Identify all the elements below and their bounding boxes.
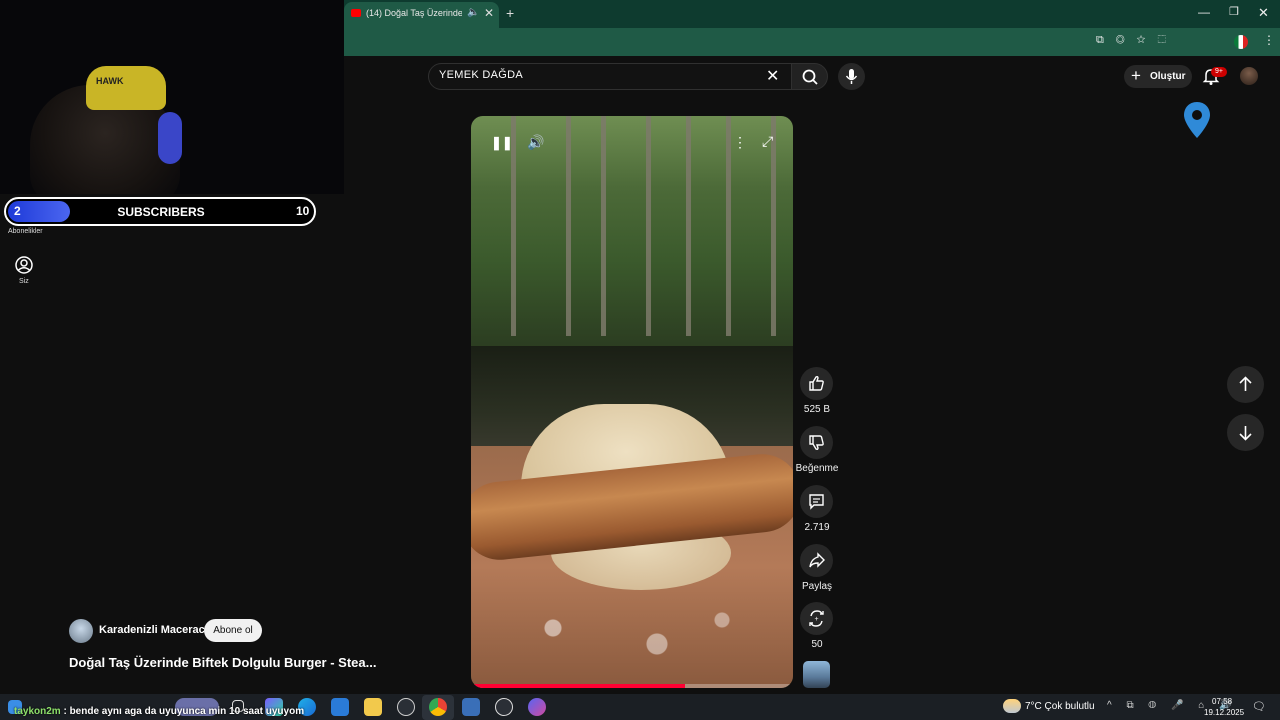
youtube-favicon-icon xyxy=(351,9,361,17)
remix-count: 50 xyxy=(811,639,823,650)
thumbs-up-icon xyxy=(809,375,824,391)
sound-thumbnail[interactable] xyxy=(803,661,830,688)
thumbs-down-icon xyxy=(809,435,824,451)
share-button[interactable] xyxy=(800,544,833,577)
discord-icon[interactable] xyxy=(528,698,546,716)
app-icon-blue[interactable] xyxy=(462,698,480,716)
window-maximize-button[interactable]: ❐ xyxy=(1229,5,1239,18)
tab-title[interactable]: (14) Doğal Taş Üzerinde Bift xyxy=(366,8,462,18)
share-label: Paylaş xyxy=(801,581,832,592)
video-frame-flour xyxy=(501,596,761,676)
remix-icon: + xyxy=(809,610,824,627)
channel-name[interactable]: Karadenizli Maceracı xyxy=(99,624,208,636)
subscriber-goal-title: SUBSCRIBERS xyxy=(117,205,205,219)
streamer-cap xyxy=(86,66,166,110)
video-title[interactable]: Doğal Taş Üzerinde Biftek Dolgulu Burger… xyxy=(69,655,376,670)
mail-icon[interactable] xyxy=(331,698,349,716)
cap-logo-text: HAWK xyxy=(96,76,124,86)
fullscreen-icon[interactable]: ⤢ xyxy=(762,133,773,150)
search-icon xyxy=(802,69,818,85)
create-label[interactable]: Oluştur xyxy=(1150,71,1186,82)
video-progress-fill xyxy=(471,684,685,688)
like-count: 525 B xyxy=(803,404,831,415)
weather-text[interactable]: 7°C Çok bulutlu xyxy=(1025,701,1095,712)
window-close-button[interactable]: ✕ xyxy=(1258,5,1269,21)
obs-icon[interactable] xyxy=(495,698,513,716)
location-pin-icon xyxy=(1184,102,1210,138)
plus-icon: + xyxy=(1131,66,1141,85)
subscriber-goal-end: 10 xyxy=(296,204,310,218)
window-minimize-button[interactable]: — xyxy=(1198,5,1210,19)
subscriber-goal-bar: 2 SUBSCRIBERS 10 xyxy=(4,197,316,226)
arrow-down-icon xyxy=(1239,426,1252,441)
profile-avatar-icon[interactable] xyxy=(1234,35,1248,49)
search-input[interactable]: YEMEK DAĞDA xyxy=(439,69,523,81)
pause-icon[interactable]: ❚❚ xyxy=(491,135,513,151)
voice-search-button[interactable] xyxy=(838,63,865,90)
next-video-button[interactable] xyxy=(1227,414,1264,451)
weather-icon[interactable] xyxy=(1003,699,1021,713)
toolbar-icons[interactable]: ⧉◎☆⬚ xyxy=(1096,34,1178,47)
video-frame-forest xyxy=(471,116,793,356)
comments-button[interactable] xyxy=(800,485,833,518)
file-explorer-icon[interactable] xyxy=(364,698,382,716)
sidebar-you-label[interactable]: Siz xyxy=(19,278,29,285)
search-clear-icon[interactable]: ✕ xyxy=(766,66,779,86)
shorts-video-player[interactable]: ❚❚ 🔊 ⋮ ⤢ xyxy=(471,116,793,688)
svg-text:+: + xyxy=(814,616,818,623)
tab-close-icon[interactable]: ✕ xyxy=(484,6,494,20)
dislike-label: Beğenme xyxy=(795,463,839,474)
user-avatar[interactable] xyxy=(1240,67,1258,85)
subscribe-label[interactable]: Abone ol xyxy=(204,625,262,636)
arrow-up-icon xyxy=(1239,376,1252,391)
channel-avatar[interactable] xyxy=(69,619,93,643)
comment-icon xyxy=(809,494,824,510)
search-button[interactable] xyxy=(791,63,828,90)
sidebar-subscriptions-label[interactable]: Abonelikler xyxy=(8,228,43,235)
webcam-overlay: HAWK xyxy=(0,0,344,194)
notification-center-icon[interactable]: 🗨 xyxy=(1252,700,1266,713)
clock-date[interactable]: 19.12.2025 xyxy=(1204,708,1244,717)
browser-menu-icon[interactable]: ⋮ xyxy=(1263,33,1275,47)
share-icon xyxy=(809,552,825,568)
new-tab-button[interactable]: + xyxy=(506,5,514,21)
volume-icon[interactable]: 🔊 xyxy=(527,134,544,151)
stream-chat-message: taykon2m : bende aynı aga da uyuyunca mi… xyxy=(14,706,304,717)
chat-username: taykon2m xyxy=(14,706,61,717)
tab-audio-icon[interactable]: 🔈 xyxy=(467,7,479,18)
video-menu-icon[interactable]: ⋮ xyxy=(733,134,747,151)
notification-badge: 9+ xyxy=(1211,67,1227,77)
chat-text: : bende aynı aga da uyuyunca min 10 saat… xyxy=(60,706,305,717)
account-circle-icon[interactable] xyxy=(14,255,34,275)
chrome-icon[interactable] xyxy=(429,698,447,716)
comment-count: 2.719 xyxy=(804,522,830,533)
microphone-icon xyxy=(845,69,858,84)
xbox-icon[interactable] xyxy=(397,698,415,716)
clock-time[interactable]: 07:58 xyxy=(1212,697,1232,706)
remix-button[interactable]: + xyxy=(800,602,833,635)
headphone xyxy=(158,112,182,164)
previous-video-button[interactable] xyxy=(1227,366,1264,403)
dislike-button[interactable] xyxy=(800,426,833,459)
like-button[interactable] xyxy=(800,367,833,400)
